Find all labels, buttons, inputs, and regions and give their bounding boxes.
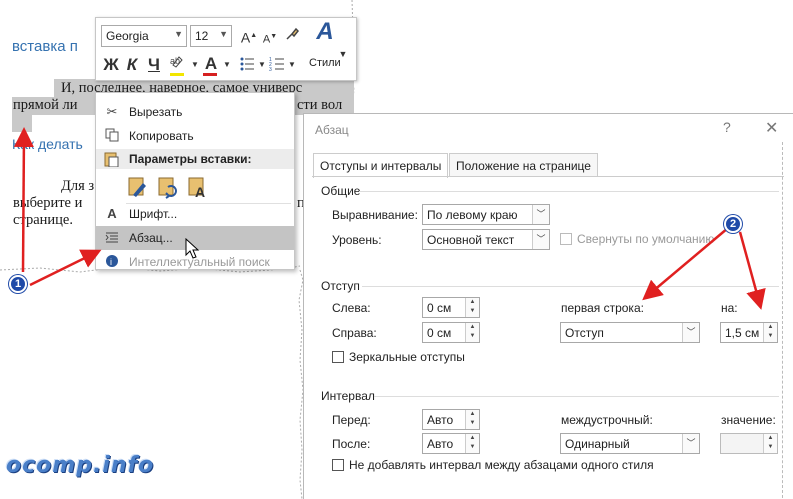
annotation-layer	[13, 127, 766, 310]
arrow-to-indent-by	[738, 231, 766, 310]
arrow-to-first-line	[642, 227, 729, 301]
annotation-badge-1: 1	[9, 275, 27, 293]
arrow-to-paragraph-menu	[29, 249, 102, 287]
arrow-to-selection	[13, 127, 34, 273]
annotation-badge-2: 2	[724, 215, 742, 233]
watermark-logo: ocomp.info	[6, 453, 155, 478]
